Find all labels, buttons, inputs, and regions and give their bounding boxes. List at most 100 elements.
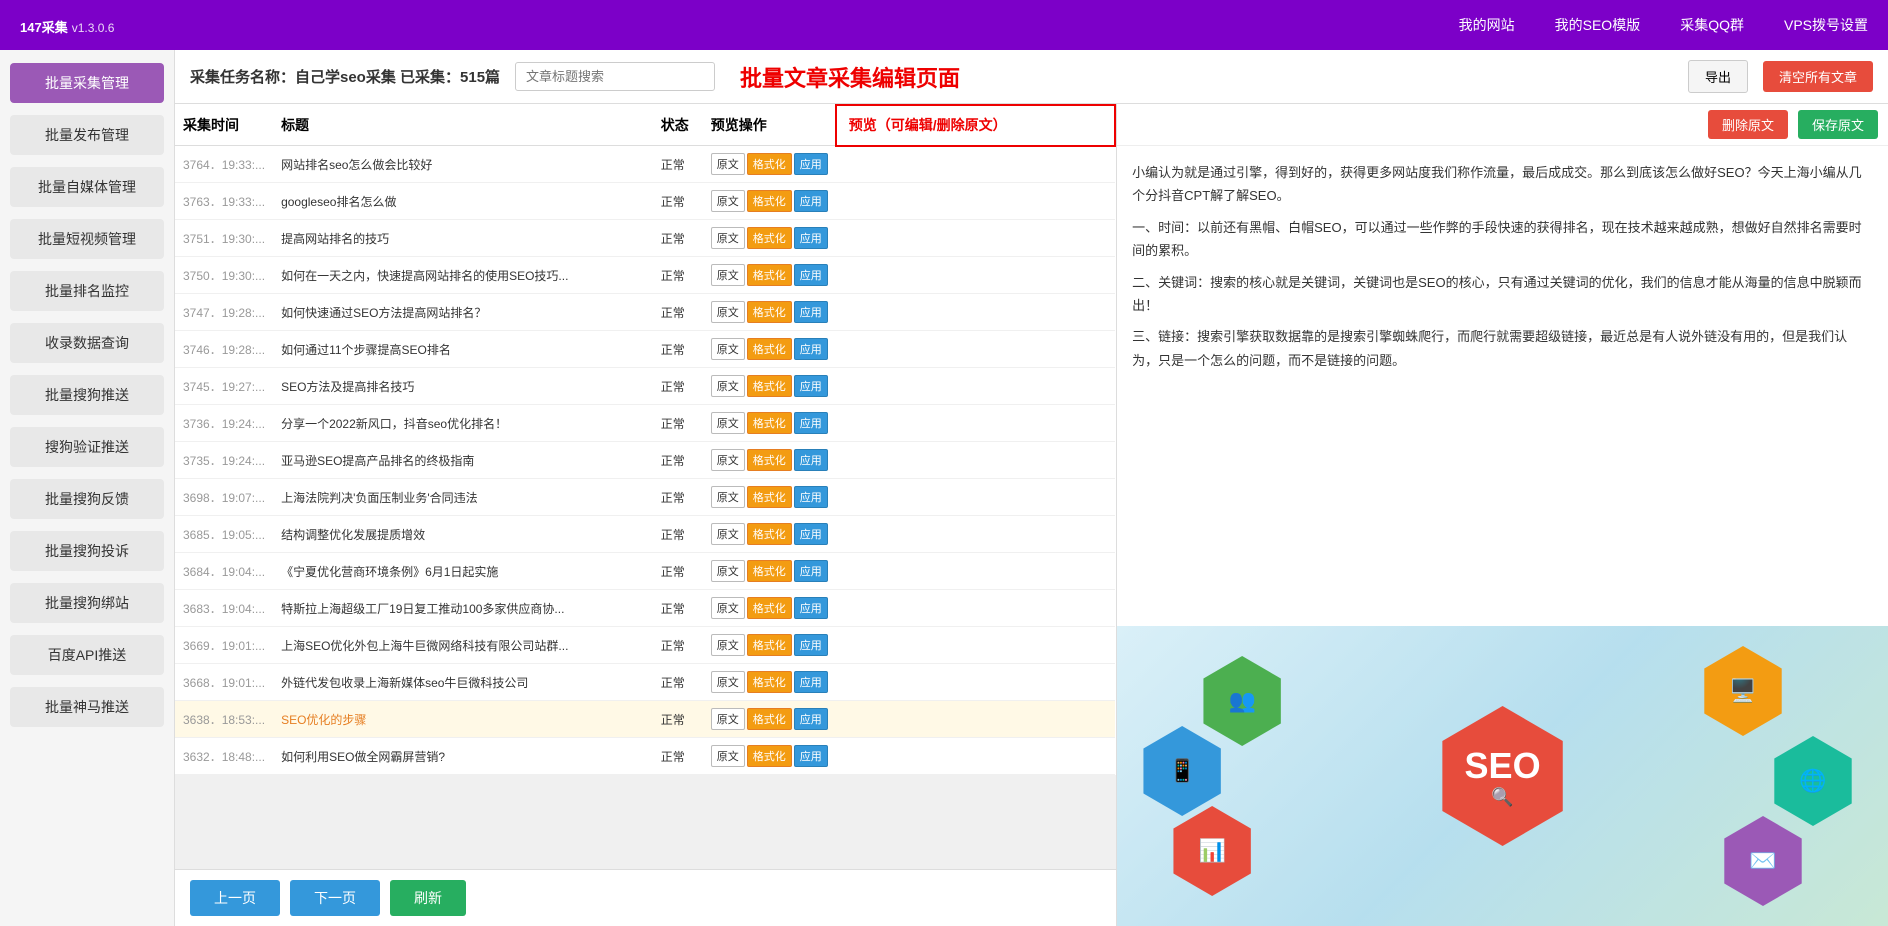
btn-yuan-9[interactable]: 原文 xyxy=(711,486,745,508)
btn-yuan-3[interactable]: 原文 xyxy=(711,264,745,286)
btn-geshi-3[interactable]: 格式化 xyxy=(747,264,792,286)
btn-geshi-6[interactable]: 格式化 xyxy=(747,375,792,397)
btn-geshi-0[interactable]: 格式化 xyxy=(747,153,792,175)
sidebar-item-record-query[interactable]: 收录数据查询 xyxy=(10,323,164,363)
btn-yuan-2[interactable]: 原文 xyxy=(711,227,745,249)
sidebar-item-sogou-push[interactable]: 批量搜狗推送 xyxy=(10,375,164,415)
btn-yuan-5[interactable]: 原文 xyxy=(711,338,745,360)
btn-yingying-11[interactable]: 应用 xyxy=(794,560,828,582)
nav-qq-group[interactable]: 采集QQ群 xyxy=(1680,15,1744,35)
sidebar-item-batch-selfmedia[interactable]: 批量自媒体管理 xyxy=(10,167,164,207)
btn-geshi-5[interactable]: 格式化 xyxy=(747,338,792,360)
save-original-button[interactable]: 保存原文 xyxy=(1798,110,1878,139)
btn-yingying-2[interactable]: 应用 xyxy=(794,227,828,249)
btn-geshi-4[interactable]: 格式化 xyxy=(747,301,792,323)
delete-original-button[interactable]: 删除原文 xyxy=(1708,110,1788,139)
sidebar-item-sogou-complaint[interactable]: 批量搜狗投诉 xyxy=(10,531,164,571)
table-row: 3698．19:07:... 上海法院判决'负面压制业务'合同违法 正常 原文 … xyxy=(175,479,1115,516)
btn-geshi-14[interactable]: 格式化 xyxy=(747,671,792,693)
btn-yuan-8[interactable]: 原文 xyxy=(711,449,745,471)
btn-geshi-16[interactable]: 格式化 xyxy=(747,745,792,767)
bottom-bar: 上一页 下一页 刷新 xyxy=(175,869,1116,926)
cell-ops: 原文 格式化 应用 xyxy=(703,220,836,257)
main-content: 采集任务名称：自己学seo采集 已采集：515篇 批量文章采集编辑页面 导出 清… xyxy=(175,50,1888,926)
refresh-button[interactable]: 刷新 xyxy=(390,880,466,916)
btn-yingying-6[interactable]: 应用 xyxy=(794,375,828,397)
btn-yingying-3[interactable]: 应用 xyxy=(794,264,828,286)
next-page-button[interactable]: 下一页 xyxy=(290,880,380,916)
sidebar-item-sogou-verify[interactable]: 搜狗验证推送 xyxy=(10,427,164,467)
btn-geshi-13[interactable]: 格式化 xyxy=(747,634,792,656)
btn-yingying-9[interactable]: 应用 xyxy=(794,486,828,508)
col-preview-header[interactable]: 预览（可编辑/删除原文） xyxy=(836,105,1115,146)
sidebar-item-batch-publish[interactable]: 批量发布管理 xyxy=(10,115,164,155)
btn-yingying-12[interactable]: 应用 xyxy=(794,597,828,619)
cell-title: 外链代发包收录上海新媒体seo牛巨微科技公司 xyxy=(273,664,653,701)
table-row: 3632．18:48:... 如何利用SEO做全网霸屏营销? 正常 原文 格式化… xyxy=(175,738,1115,775)
task-info: 采集任务名称：自己学seo采集 已采集：515篇 xyxy=(190,66,500,87)
sidebar: 批量采集管理 批量发布管理 批量自媒体管理 批量短视频管理 批量排名监控 收录数… xyxy=(0,50,175,926)
btn-yuan-13[interactable]: 原文 xyxy=(711,634,745,656)
btn-geshi-7[interactable]: 格式化 xyxy=(747,412,792,434)
cell-ops: 原文 格式化 应用 xyxy=(703,738,836,775)
btn-geshi-10[interactable]: 格式化 xyxy=(747,523,792,545)
cell-time: 3683．19:04:... xyxy=(175,590,273,627)
nav-vps[interactable]: VPS拨号设置 xyxy=(1784,15,1868,35)
btn-yuan-6[interactable]: 原文 xyxy=(711,375,745,397)
btn-yingying-0[interactable]: 应用 xyxy=(794,153,828,175)
btn-yingying-15[interactable]: 应用 xyxy=(794,708,828,730)
sidebar-item-sogou-feedback[interactable]: 批量搜狗反馈 xyxy=(10,479,164,519)
btn-yuan-11[interactable]: 原文 xyxy=(711,560,745,582)
btn-yuan-14[interactable]: 原文 xyxy=(711,671,745,693)
btn-yuan-0[interactable]: 原文 xyxy=(711,153,745,175)
sidebar-item-batch-collect[interactable]: 批量采集管理 xyxy=(10,63,164,103)
preview-content[interactable]: 小编认为就是通过引擎，得到好的，获得更多网站度我们称作流量，最后成成交。那么到底… xyxy=(1117,146,1888,626)
table-row: 3736．19:24:... 分享一个2022新风口，抖音seo优化排名！ 正常… xyxy=(175,405,1115,442)
btn-yingying-10[interactable]: 应用 xyxy=(794,523,828,545)
btn-yuan-7[interactable]: 原文 xyxy=(711,412,745,434)
cell-title: 如何快速通过SEO方法提高网站排名？ xyxy=(273,294,653,331)
btn-geshi-15[interactable]: 格式化 xyxy=(747,708,792,730)
btn-yingying-7[interactable]: 应用 xyxy=(794,412,828,434)
btn-yingying-5[interactable]: 应用 xyxy=(794,338,828,360)
header: 147采集v1.3.0.6 我的网站 我的SEO模版 采集QQ群 VPS拨号设置 xyxy=(0,0,1888,50)
preview-paragraph: 三、链接：搜索引擎获取数据靠的是搜索引擎蜘蛛爬行，而爬行就需要超级链接，最近总是… xyxy=(1132,325,1873,372)
btn-yingying-8[interactable]: 应用 xyxy=(794,449,828,471)
sidebar-item-batch-rank[interactable]: 批量排名监控 xyxy=(10,271,164,311)
sidebar-item-shenma-push[interactable]: 批量神马推送 xyxy=(10,687,164,727)
btn-yuan-15[interactable]: 原文 xyxy=(711,708,745,730)
search-input[interactable] xyxy=(515,62,715,91)
btn-geshi-9[interactable]: 格式化 xyxy=(747,486,792,508)
btn-yingying-1[interactable]: 应用 xyxy=(794,190,828,212)
nav-seo-template[interactable]: 我的SEO模版 xyxy=(1555,15,1641,35)
cell-status: 正常 xyxy=(653,183,703,220)
btn-yuan-16[interactable]: 原文 xyxy=(711,745,745,767)
btn-yuan-4[interactable]: 原文 xyxy=(711,301,745,323)
cell-time: 3763．19:33:... xyxy=(175,183,273,220)
prev-page-button[interactable]: 上一页 xyxy=(190,880,280,916)
clear-all-button[interactable]: 清空所有文章 xyxy=(1763,61,1873,92)
sidebar-item-batch-shortvideo[interactable]: 批量短视频管理 xyxy=(10,219,164,259)
layout: 批量采集管理 批量发布管理 批量自媒体管理 批量短视频管理 批量排名监控 收录数… xyxy=(0,50,1888,926)
seo-label: SEO xyxy=(1465,745,1541,787)
sidebar-item-sogou-bind[interactable]: 批量搜狗绑站 xyxy=(10,583,164,623)
export-button[interactable]: 导出 xyxy=(1688,60,1748,93)
btn-geshi-1[interactable]: 格式化 xyxy=(747,190,792,212)
btn-yingying-13[interactable]: 应用 xyxy=(794,634,828,656)
cell-title: SEO优化的步骤 xyxy=(273,701,653,738)
btn-yuan-12[interactable]: 原文 xyxy=(711,597,745,619)
sidebar-item-baidu-api[interactable]: 百度API推送 xyxy=(10,635,164,675)
cell-time: 3736．19:24:... xyxy=(175,405,273,442)
btn-yingying-16[interactable]: 应用 xyxy=(794,745,828,767)
btn-geshi-11[interactable]: 格式化 xyxy=(747,560,792,582)
btn-yuan-1[interactable]: 原文 xyxy=(711,190,745,212)
btn-yingying-14[interactable]: 应用 xyxy=(794,671,828,693)
btn-geshi-12[interactable]: 格式化 xyxy=(747,597,792,619)
cell-preview-empty xyxy=(836,294,1115,331)
btn-yingying-4[interactable]: 应用 xyxy=(794,301,828,323)
btn-yuan-10[interactable]: 原文 xyxy=(711,523,745,545)
cell-title: 结构调整优化发展提质增效 xyxy=(273,516,653,553)
btn-geshi-2[interactable]: 格式化 xyxy=(747,227,792,249)
btn-geshi-8[interactable]: 格式化 xyxy=(747,449,792,471)
nav-mysite[interactable]: 我的网站 xyxy=(1459,15,1515,35)
